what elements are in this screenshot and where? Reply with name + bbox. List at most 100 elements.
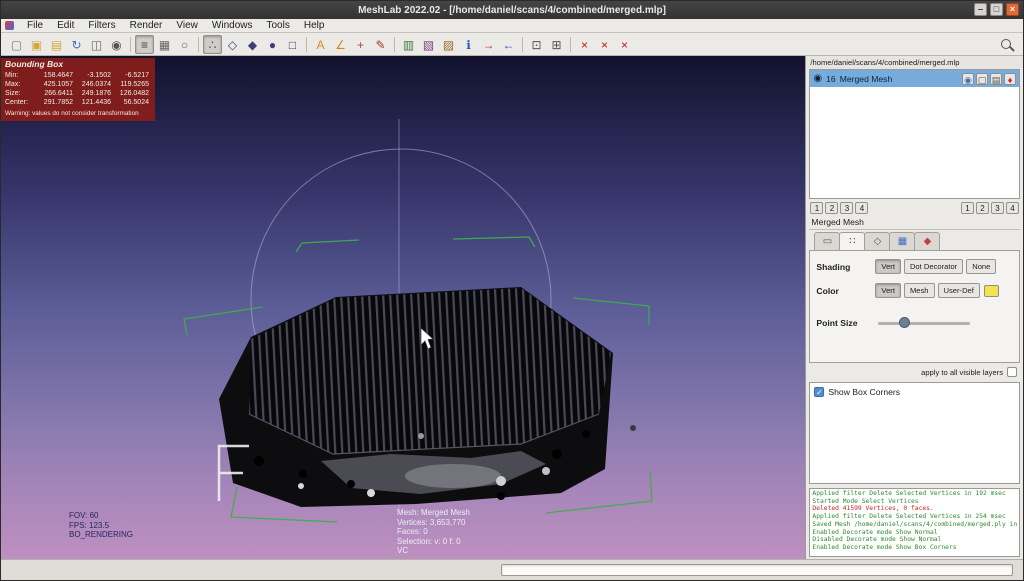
select-vertices-icon[interactable]: ⊡: [527, 35, 546, 54]
points-mode-icon[interactable]: ∴: [203, 35, 222, 54]
colorize-icon[interactable]: ▧: [419, 35, 438, 54]
tab-solid-render[interactable]: ▦: [889, 232, 915, 250]
show-layer-dialog-icon[interactable]: ≡: [135, 35, 154, 54]
delete-raster-icon[interactable]: ×: [595, 35, 614, 54]
layer-file-icon[interactable]: ♦: [1004, 73, 1016, 85]
open-project-icon[interactable]: ▣: [27, 35, 46, 54]
layer-panel: /home/daniel/scans/4/combined/merged.mlp…: [805, 56, 1023, 559]
layer-list[interactable]: ◉ 16 Merged Mesh ◉▢▤♦: [809, 69, 1020, 199]
save-snapshot-icon[interactable]: ◉: [107, 35, 126, 54]
bbox-value: 246.0374: [73, 80, 111, 89]
import-mesh-icon[interactable]: ▤: [47, 35, 66, 54]
bbox-mode-icon[interactable]: □: [283, 35, 302, 54]
show-raster-icon[interactable]: ▦: [155, 35, 174, 54]
menubar: FileEditFiltersRenderViewWindowsToolsHel…: [1, 19, 1023, 33]
log-area: Applied filter Delete Selected Vertices …: [809, 488, 1020, 557]
pager-button-left-2[interactable]: 2: [825, 202, 838, 214]
menu-help[interactable]: Help: [297, 19, 332, 33]
titlebar[interactable]: MeshLab 2022.02 - [/home/daniel/scans/4/…: [1, 1, 1023, 19]
render-controls-panel: Shading VertDot DecoratorNone Color Vert…: [809, 250, 1020, 363]
layer-properties-icon[interactable]: ▤: [990, 73, 1002, 85]
log-line: Disabled Decorate mode Show Normal: [812, 536, 1017, 544]
pager-button-right-3[interactable]: 3: [991, 202, 1004, 214]
flat-mode-icon[interactable]: ◆: [243, 35, 262, 54]
flip-arrow-icon[interactable]: ←: [499, 35, 518, 54]
pager-button-left-3[interactable]: 3: [840, 202, 853, 214]
bbox-value: -6.5217: [111, 71, 149, 80]
menu-render[interactable]: Render: [123, 19, 170, 33]
show-box-corners-row[interactable]: ✓ Show Box Corners: [814, 387, 1015, 397]
export-mesh-icon[interactable]: ◫: [87, 35, 106, 54]
pen-tool-icon[interactable]: ✎: [371, 35, 390, 54]
toolbar: ▢▣▤↻◫◉≡▦○∴◇◆●□A∠+✎▥▧▨ℹ→←⊡⊞×××: [1, 33, 1023, 56]
menu-tools[interactable]: Tools: [259, 19, 296, 33]
progress-bar: [501, 564, 1013, 576]
menu-windows[interactable]: Windows: [205, 19, 260, 33]
minimize-button[interactable]: –: [974, 3, 987, 16]
search-icon[interactable]: [1001, 39, 1011, 49]
option-vert[interactable]: Vert: [875, 283, 901, 298]
point-size-handle[interactable]: [899, 317, 910, 328]
layer-eye-icon[interactable]: ◉: [813, 73, 822, 84]
wireframe-mode-icon[interactable]: ◇: [223, 35, 242, 54]
option-mesh[interactable]: Mesh: [904, 283, 935, 298]
bbox-row-label: Size:: [5, 89, 35, 98]
tab-points-render[interactable]: ∷: [839, 232, 865, 250]
reload-file-icon[interactable]: ↻: [67, 35, 86, 54]
layer-visibility-icon[interactable]: ▢: [976, 73, 988, 85]
tab-global-render[interactable]: ▭: [814, 232, 840, 250]
hud-line: Faces: 0: [397, 527, 470, 537]
pager-button-right-2[interactable]: 2: [976, 202, 989, 214]
apply-checkbox[interactable]: [1007, 367, 1017, 377]
zpaint-icon[interactable]: ▨: [439, 35, 458, 54]
point-picker-icon[interactable]: +: [351, 35, 370, 54]
log-line: Started Mode Select Vertices: [812, 498, 1017, 506]
bbox-row: Max:425.1057246.0374119.5265: [5, 80, 151, 89]
layer-render-icon[interactable]: ◉: [962, 73, 974, 85]
select-faces-icon[interactable]: ⊞: [547, 35, 566, 54]
point-size-slider[interactable]: [878, 316, 970, 330]
pager-button-right-4[interactable]: 4: [1006, 202, 1019, 214]
option-none[interactable]: None: [966, 259, 996, 274]
hud-line: Mesh: Merged Mesh: [397, 508, 470, 518]
3d-viewport[interactable]: Bounding Box Min:158.4647-3.1502-6.5217M…: [1, 56, 805, 559]
info-icon[interactable]: ℹ: [459, 35, 478, 54]
apply-label: apply to all visible layers: [921, 368, 1003, 377]
bbox-row-label: Max:: [5, 80, 35, 89]
hud-line: Vertices: 3,653,770: [397, 518, 470, 528]
option-dot-decorator[interactable]: Dot Decorator: [904, 259, 963, 274]
pager-button-right-1[interactable]: 1: [961, 202, 974, 214]
option-vert[interactable]: Vert: [875, 259, 901, 274]
menu-file[interactable]: File: [20, 19, 50, 33]
option-user-def[interactable]: User-Def: [938, 283, 980, 298]
3d-scene[interactable]: [1, 56, 805, 559]
bbox-row: Min:158.4647-3.1502-6.5217: [5, 71, 151, 80]
pager-button-left-4[interactable]: 4: [855, 202, 868, 214]
log-line: Applied filter Delete Selected Vertices …: [812, 490, 1017, 498]
close-button[interactable]: ×: [1006, 3, 1019, 16]
apply-row: apply to all visible layers: [921, 367, 1017, 377]
show-box-corners-checkbox[interactable]: ✓: [814, 387, 824, 397]
show-trackball-icon[interactable]: ○: [175, 35, 194, 54]
measure-tool-icon[interactable]: ∠: [331, 35, 350, 54]
tab-wireframe-render[interactable]: ◇: [864, 232, 890, 250]
menu-edit[interactable]: Edit: [50, 19, 81, 33]
normals-arrow-icon[interactable]: →: [479, 35, 498, 54]
tab-texture-render[interactable]: ◆: [914, 232, 940, 250]
quality-map-icon[interactable]: ▥: [399, 35, 418, 54]
bbox-row: Size:266.6411249.1876126.0482: [5, 89, 151, 98]
maximize-button[interactable]: □: [990, 3, 1003, 16]
menu-view[interactable]: View: [169, 19, 205, 33]
delete-all-icon[interactable]: ×: [615, 35, 634, 54]
decorator-label-icon[interactable]: A: [311, 35, 330, 54]
new-project-icon[interactable]: ▢: [7, 35, 26, 54]
user-color-swatch[interactable]: [984, 285, 999, 297]
layer-row-merged-mesh[interactable]: ◉ 16 Merged Mesh ◉▢▤♦: [810, 70, 1019, 87]
shading-row: Shading VertDot DecoratorNone: [816, 259, 1013, 274]
pager-button-left-1[interactable]: 1: [810, 202, 823, 214]
menu-filters[interactable]: Filters: [81, 19, 122, 33]
hud-line: VC: [397, 546, 470, 556]
smooth-mode-icon[interactable]: ●: [263, 35, 282, 54]
delete-current-mesh-icon[interactable]: ×: [575, 35, 594, 54]
bbox-value: 291.7852: [35, 98, 73, 107]
